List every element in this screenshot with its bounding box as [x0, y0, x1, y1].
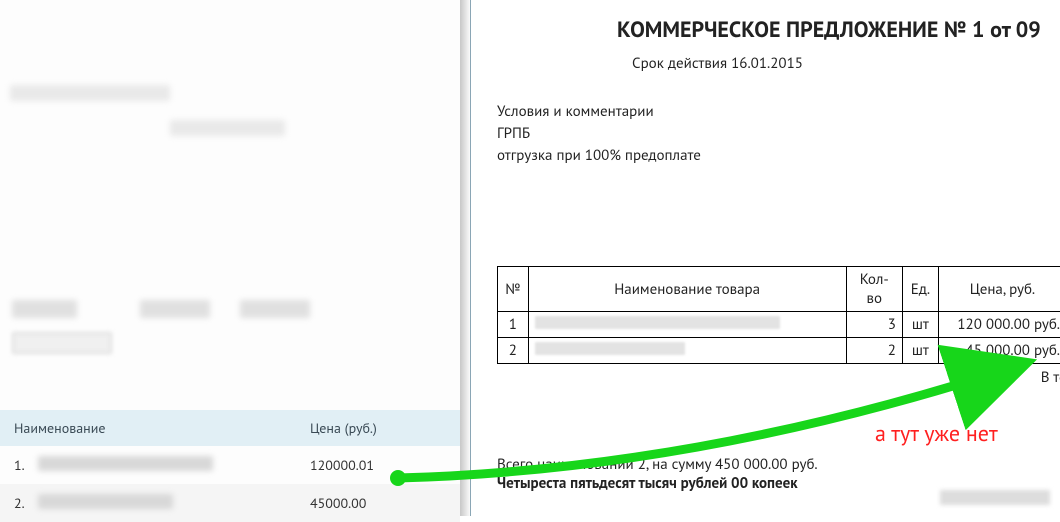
doc-total: Всего наименований 2, на сумму 450 000.0…	[497, 455, 1060, 493]
cell-name	[528, 312, 846, 338]
cell-unit: шт	[902, 338, 938, 364]
annotation-text: а тут уже нет	[875, 420, 998, 448]
cell-qty: 3	[846, 312, 902, 338]
row-index: 2.	[0, 494, 38, 512]
row-name	[38, 456, 310, 475]
blurred-footer	[940, 490, 1050, 505]
cell-price: 120 000.00 руб.	[938, 312, 1060, 338]
conditions-header: Условия и комментарии	[497, 101, 1060, 123]
cell-name	[528, 338, 846, 364]
cell-price: 45 000.00 руб.	[938, 338, 1060, 364]
cell-num: 1	[498, 312, 529, 338]
conditions-line: отгрузка при 100% предоплате	[497, 145, 1060, 167]
doc-items-table: № Наименование товара Кол-во Ед. Цена, р…	[497, 266, 1060, 364]
cell-unit: шт	[902, 312, 938, 338]
conditions-line: ГРПБ	[497, 123, 1060, 145]
col-header-price[interactable]: Цена (руб.)	[310, 419, 460, 437]
shadow-divider	[460, 0, 470, 516]
table-row[interactable]: 1. 120000.01	[0, 446, 460, 484]
table-row: 2 2 шт 45 000.00 руб.	[498, 338, 1060, 364]
row-index: 1.	[0, 456, 38, 474]
th-name: Наименование товара	[528, 267, 846, 312]
table-header-row: № Наименование товара Кол-во Ед. Цена, р…	[498, 267, 1060, 312]
left-pane: Наименование Цена (руб.) 1. 120000.01 2.…	[0, 0, 460, 516]
valid-date: 16.01.2015	[731, 54, 803, 73]
table-row[interactable]: 2. 45000.00	[0, 484, 460, 522]
doc-title: КОММЕРЧЕСКОЕ ПРЕДЛОЖЕНИЕ № 1 от 09	[497, 12, 1060, 44]
row-price: 120000.01	[310, 456, 460, 474]
table-trailing-text: В то	[497, 368, 1060, 387]
blurred-button	[240, 300, 310, 318]
blurred-field	[10, 85, 170, 101]
blurred-field	[170, 120, 285, 136]
total-line: Всего наименований 2, на сумму 450 000.0…	[497, 455, 1060, 474]
doc-conditions: Условия и комментарии ГРПБ отгрузка при …	[497, 101, 1060, 166]
th-qty: Кол-во	[846, 267, 902, 312]
left-table-header: Наименование Цена (руб.)	[0, 410, 460, 446]
blurred-dropdown	[12, 332, 112, 354]
doc-valid-until: Срок действия 16.01.2015	[497, 44, 1060, 73]
blurred-button	[12, 300, 77, 318]
row-name	[38, 494, 310, 513]
valid-prefix: Срок действия	[632, 54, 731, 73]
th-price: Цена, руб.	[938, 267, 1060, 312]
th-unit: Ед.	[902, 267, 938, 312]
row-price: 45000.00	[310, 494, 460, 512]
table-row: 1 3 шт 120 000.00 руб.	[498, 312, 1060, 338]
cell-qty: 2	[846, 338, 902, 364]
vertical-divider	[470, 0, 471, 516]
left-table-body: 1. 120000.01 2. 45000.00	[0, 446, 460, 522]
cell-num: 2	[498, 338, 529, 364]
col-header-name[interactable]: Наименование	[0, 419, 310, 437]
blurred-button	[140, 300, 210, 318]
th-num: №	[498, 267, 529, 312]
